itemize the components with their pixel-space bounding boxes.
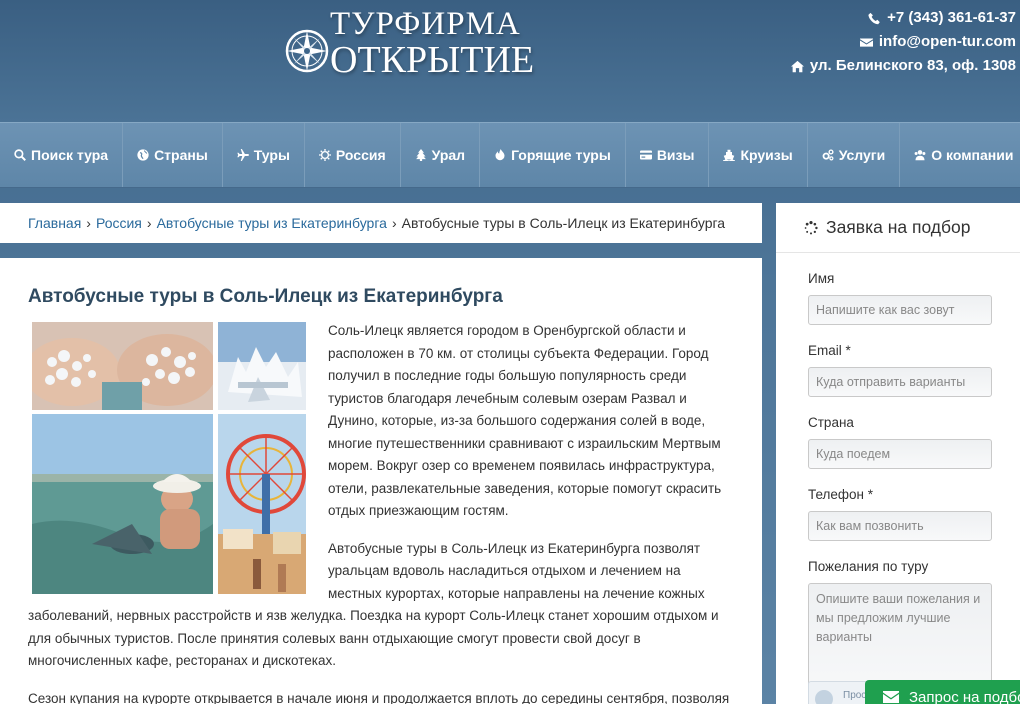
sun-icon xyxy=(318,149,331,161)
page-title: Автобусные туры в Соль-Илецк из Екатерин… xyxy=(28,286,503,307)
main-navigation: Поиск тура Страны Туры Россия Урал Горящ… xyxy=(0,122,1020,188)
article-text: Соль-Илецк является городом в Оренбургск… xyxy=(28,320,736,704)
breadcrumb-link-bus-tours[interactable]: Автобусные туры из Екатеринбурга xyxy=(157,215,387,231)
email-input[interactable]: Куда отправить варианты xyxy=(808,367,992,397)
breadcrumb: Главная › Россия › Автобусные туры из Ек… xyxy=(0,203,762,243)
nav-label: Горящие туры xyxy=(511,147,611,163)
breadcrumb-current: Автобусные туры в Соль-Илецк из Екатерин… xyxy=(401,215,726,231)
phone-number: +7 (343) 361-61-37 xyxy=(887,9,1016,26)
email-line[interactable]: info@open-tur.com xyxy=(791,30,1016,54)
wishes-label: Пожелания по туру xyxy=(808,559,929,574)
flame-icon xyxy=(495,149,505,161)
gears-icon xyxy=(822,149,834,161)
address-line: ул. Белинского 83, оф. 1308 xyxy=(790,54,1016,78)
envelope-icon xyxy=(859,37,873,47)
wishes-placeholder: Опишите ваши пожелания и мы предложим лу… xyxy=(816,592,981,644)
breadcrumb-separator: › xyxy=(86,215,91,231)
email-address: info@open-tur.com xyxy=(878,33,1016,50)
nav-item-services[interactable]: Услуги xyxy=(808,123,901,187)
phone-input[interactable]: Как вам позвонить xyxy=(808,511,992,541)
name-label: Имя xyxy=(808,271,835,286)
nav-item-russia[interactable]: Россия xyxy=(305,123,401,187)
breadcrumb-separator: › xyxy=(391,215,397,231)
credit-card-icon xyxy=(639,150,652,160)
logo-title-bottom: ОТКРЫТИЕ xyxy=(330,39,535,81)
phone-line[interactable]: +7 (343) 361-61-37 xyxy=(791,6,1016,30)
tree-icon xyxy=(415,149,426,161)
compass-icon xyxy=(285,29,329,73)
image-spacer xyxy=(28,320,328,598)
home-icon xyxy=(790,60,804,72)
nav-item-cruises[interactable]: Круизы xyxy=(709,123,808,187)
nav-item-search-tour[interactable]: Поиск тура xyxy=(0,123,124,187)
nav-label: Визы xyxy=(656,147,695,163)
nav-item-tours[interactable]: Туры xyxy=(223,123,305,187)
nav-label: Туры xyxy=(253,147,290,163)
search-icon xyxy=(14,149,26,161)
nav-label: Круизы xyxy=(740,147,793,163)
captcha-label: Прос xyxy=(843,690,867,701)
globe-icon xyxy=(137,149,149,161)
article-paragraph: Сезон купания на курорте открывается в н… xyxy=(28,690,730,704)
nav-label: Урал xyxy=(431,147,466,163)
country-input[interactable]: Куда поедем xyxy=(808,439,992,469)
nav-item-hot-tours[interactable]: Горящие туры xyxy=(480,123,626,187)
nav-item-about[interactable]: О компании xyxy=(900,123,1020,187)
nav-label: Услуги xyxy=(838,147,886,163)
nav-item-ural[interactable]: Урал xyxy=(401,123,481,187)
nav-label: Россия xyxy=(335,147,386,163)
phone-icon xyxy=(868,12,880,24)
name-input[interactable]: Напишите как вас зовут xyxy=(808,295,992,325)
main-content: Автобусные туры в Соль-Илецк из Екатерин… xyxy=(0,258,762,704)
nav-label: О компании xyxy=(931,147,1014,163)
users-icon xyxy=(914,150,926,161)
office-address: ул. Белинского 83, оф. 1308 xyxy=(809,57,1016,74)
email-label: Email * xyxy=(808,343,851,358)
breadcrumb-link-russia[interactable]: Россия xyxy=(96,215,142,231)
contact-block: +7 (343) 361-61-37 info@open-tur.com ул.… xyxy=(790,6,1016,78)
ship-icon xyxy=(723,149,736,161)
captcha-icon xyxy=(815,690,833,704)
site-header: ТУРФИРМА ОТКРЫТИЕ +7 (343) 361-61-37 inf… xyxy=(0,0,1020,122)
nav-item-countries[interactable]: Страны xyxy=(123,123,223,187)
tour-request-form: Имя Напишите как вас зовут Email * Куда … xyxy=(776,271,1020,704)
nav-label: Поиск тура xyxy=(31,147,109,163)
envelope-icon xyxy=(883,691,899,703)
spinner-icon xyxy=(804,220,818,234)
country-label: Страна xyxy=(808,415,854,430)
submit-request-button[interactable]: Запрос на подбор xyxy=(865,680,1020,704)
breadcrumb-link-home[interactable]: Главная xyxy=(28,215,81,231)
submit-label: Запрос на подбор xyxy=(909,688,1020,704)
tour-request-sidebar: Заявка на подбор Имя Напишите как вас зо… xyxy=(776,203,1020,704)
sidebar-header: Заявка на подбор xyxy=(776,203,1020,253)
nav-item-visas[interactable]: Визы xyxy=(626,123,710,187)
plane-icon xyxy=(237,149,249,161)
phone-label: Телефон * xyxy=(808,487,874,502)
nav-label: Страны xyxy=(154,147,208,163)
site-logo[interactable]: ТУРФИРМА ОТКРЫТИЕ xyxy=(284,6,534,81)
sidebar-title: Заявка на подбор xyxy=(826,217,971,237)
breadcrumb-separator: › xyxy=(146,215,152,231)
